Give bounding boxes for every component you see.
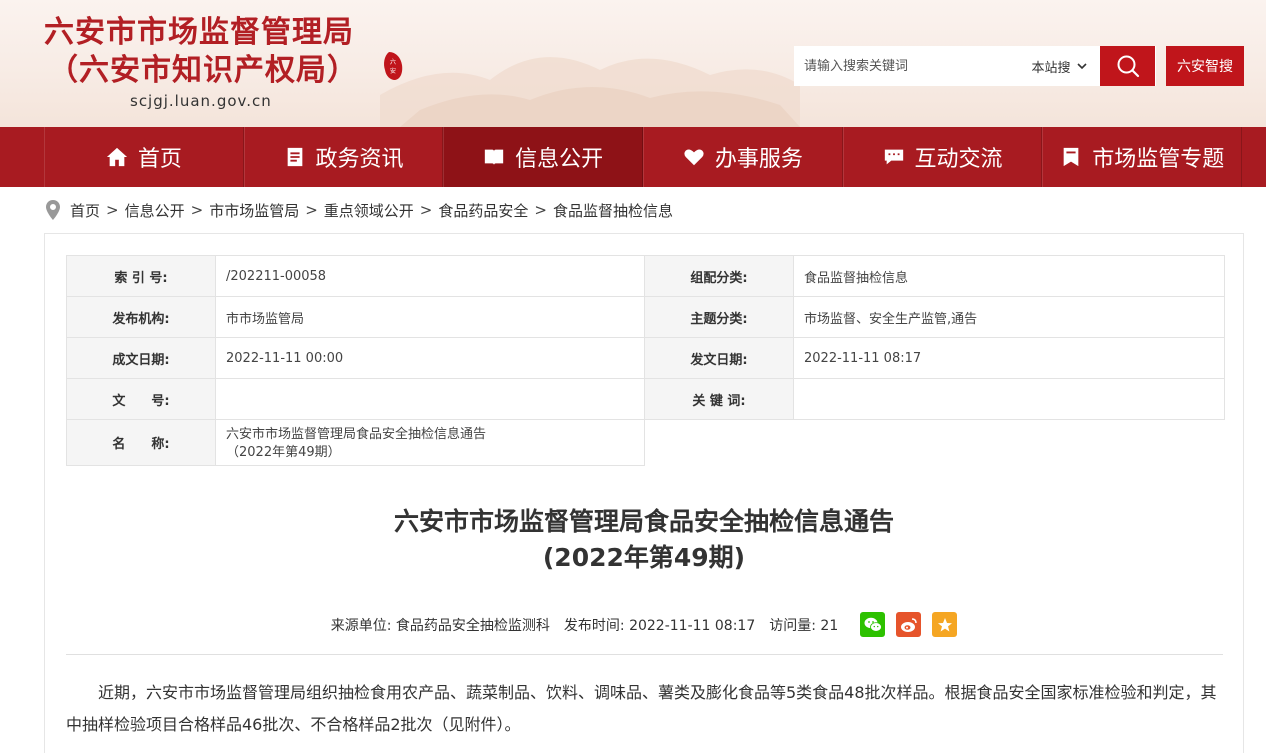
favorite-star-icon xyxy=(937,617,952,631)
site-url: scjgj.luan.gov.cn xyxy=(130,92,272,110)
breadcrumb-link-key-areas[interactable]: 重点领域公开 xyxy=(324,200,414,221)
article-container: 索 引 号: /202211-00058 组配分类: 食品监督抽检信息 发布机构… xyxy=(44,233,1244,753)
views-label: 访问量: xyxy=(769,617,816,634)
search-icon xyxy=(1117,55,1139,78)
category-value: 食品监督抽检信息 xyxy=(793,255,1225,297)
nav-item-info-open[interactable]: 信息公开 xyxy=(443,127,644,187)
red-seal-stamp: 六 安 xyxy=(384,52,403,80)
location-pin-icon xyxy=(46,200,60,220)
nav-item-label: 政务资讯 xyxy=(315,147,404,172)
svg-text:安: 安 xyxy=(390,67,396,75)
breadcrumb-link-bureau[interactable]: 市市场监管局 xyxy=(209,200,299,221)
breadcrumb-separator: > xyxy=(305,201,318,219)
nav-item-services[interactable]: 办事服务 xyxy=(643,127,843,187)
issued-date-value: 2022-11-11 08:17 xyxy=(793,337,1225,379)
site-logo[interactable]: 六安市市场监督管理局 （六安市知识产权局） scjgj.luan.gov.cn xyxy=(44,14,374,112)
breadcrumb-separator: > xyxy=(106,201,119,219)
nav-item-home[interactable]: 首页 xyxy=(44,127,244,187)
mountain-landscape-decoration xyxy=(380,57,800,127)
nav-item-market-topics[interactable]: 市场监管专题 xyxy=(1042,127,1243,187)
document-name-label: 名 称: xyxy=(66,419,216,466)
search-bar: 本站搜 xyxy=(794,46,1156,86)
site-header: 六安市市场监督管理局 （六安市知识产权局） scjgj.luan.gov.cn … xyxy=(0,0,1266,127)
breadcrumb-link-food-drug[interactable]: 食品药品安全 xyxy=(438,200,528,221)
search-scope-label: 本站搜 xyxy=(1031,60,1071,76)
wechat-icon xyxy=(864,617,882,632)
topic-label: 主题分类: xyxy=(644,296,794,338)
bookmark-icon xyxy=(1063,147,1079,167)
issued-date-label: 发文日期: xyxy=(644,337,794,379)
favorite-button[interactable] xyxy=(932,612,958,637)
document-number-label: 文 号: xyxy=(66,378,216,420)
source-label: 来源单位: xyxy=(330,617,392,634)
nav-item-label: 办事服务 xyxy=(714,147,803,172)
chevron-down-icon xyxy=(1076,62,1087,69)
publisher-value: 市市场监管局 xyxy=(215,296,645,338)
search-input[interactable] xyxy=(794,46,1018,86)
source-value: 食品药品安全抽检监测科 xyxy=(395,617,550,634)
breadcrumb-separator: > xyxy=(534,201,547,219)
table-row: 成文日期: 2022-11-11 00:00 发文日期: 2022-11-11 … xyxy=(66,337,1225,379)
publish-time-info: 发布时间: 2022-11-11 08:17 xyxy=(564,615,755,635)
heart-icon xyxy=(684,149,704,166)
nav-item-label: 信息公开 xyxy=(515,147,604,172)
document-icon xyxy=(287,147,302,167)
main-nav: 首页 政务资讯 信息公开 办事服务 互动交流 市场监管专题 xyxy=(44,127,1243,187)
table-row: 索 引 号: /202211-00058 组配分类: 食品监督抽检信息 xyxy=(66,255,1225,297)
smart-search-button[interactable]: 六安智搜 xyxy=(1166,46,1244,86)
weibo-icon xyxy=(900,617,917,632)
source-info: 来源单位: 食品药品安全抽检监测科 xyxy=(331,615,550,635)
nav-item-label: 市场监管专题 xyxy=(1092,147,1225,172)
breadcrumb: 首页 > 信息公开 > 市市场监管局 > 重点领域公开 > 食品药品安全 > 食… xyxy=(46,198,673,222)
nav-item-label: 首页 xyxy=(137,147,182,172)
home-icon xyxy=(106,147,127,167)
created-date-value: 2022-11-11 00:00 xyxy=(215,337,645,379)
keywords-label: 关 键 词: xyxy=(644,378,794,420)
site-title: 六安市市场监督管理局 xyxy=(44,15,354,50)
article-info-bar: 来源单位: 食品药品安全抽检监测科 发布时间: 2022-11-11 08:17… xyxy=(45,612,1243,637)
content-divider xyxy=(66,654,1223,655)
chat-icon xyxy=(884,149,903,165)
breadcrumb-separator: > xyxy=(190,201,204,219)
nav-item-interaction[interactable]: 互动交流 xyxy=(842,127,1043,187)
index-number-value: /202211-00058 xyxy=(215,255,645,297)
table-row: 文 号: 关 键 词: xyxy=(66,378,1225,420)
breadcrumb-separator: > xyxy=(419,201,433,219)
article-title-line1: 六安市市场监督管理局食品安全抽检信息通告 xyxy=(393,507,894,536)
article-title-line2: (2022年第49期) xyxy=(542,543,746,572)
open-book-icon xyxy=(485,149,504,166)
wechat-share-button[interactable] xyxy=(860,612,886,637)
created-date-label: 成文日期: xyxy=(66,337,216,379)
weibo-share-button[interactable] xyxy=(896,612,922,637)
publish-time-value: 2022-11-11 08:17 xyxy=(629,617,756,634)
site-subtitle: （六安市知识产权局） xyxy=(48,53,358,88)
table-row: 名 称: 六安市市场监督管理局食品安全抽检信息通告 （2022年第49期） xyxy=(66,419,1225,466)
article-paragraph: 近期，六安市市场监督管理局组织抽检食用农产品、蔬菜制品、饮料、调味品、薯类及膨化… xyxy=(66,683,1217,734)
publisher-label: 发布机构: xyxy=(66,296,216,338)
nav-item-label: 互动交流 xyxy=(914,147,1003,172)
views-info: 访问量: 21 xyxy=(769,615,838,635)
nav-item-news[interactable]: 政务资讯 xyxy=(243,127,444,187)
breadcrumb-link-home[interactable]: 首页 xyxy=(70,200,100,221)
document-number-value xyxy=(215,378,645,420)
category-label: 组配分类: xyxy=(644,255,794,297)
share-buttons xyxy=(860,612,958,637)
breadcrumb-link-food-inspection[interactable]: 食品监督抽检信息 xyxy=(553,200,673,221)
article-title: 六安市市场监督管理局食品安全抽检信息通告 (2022年第49期) xyxy=(45,504,1243,576)
publish-time-label: 发布时间: xyxy=(563,617,625,634)
document-name-line2: （2022年第49期） xyxy=(226,444,341,460)
keywords-value xyxy=(793,378,1225,420)
document-name-line1: 六安市市场监督管理局食品安全抽检信息通告 xyxy=(226,426,487,442)
document-name-value: 六安市市场监督管理局食品安全抽检信息通告 （2022年第49期） xyxy=(215,419,645,466)
document-metadata-table: 索 引 号: /202211-00058 组配分类: 食品监督抽检信息 发布机构… xyxy=(66,255,1225,466)
svg-text:六: 六 xyxy=(390,58,396,66)
breadcrumb-link-info-open[interactable]: 信息公开 xyxy=(125,200,185,221)
views-value: 21 xyxy=(820,617,839,634)
search-scope-select[interactable]: 本站搜 xyxy=(1018,46,1100,86)
index-number-label: 索 引 号: xyxy=(66,255,216,297)
table-row: 发布机构: 市市场监管局 主题分类: 市场监督、安全生产监管,通告 xyxy=(66,296,1225,338)
topic-value: 市场监督、安全生产监管,通告 xyxy=(793,296,1225,338)
search-button[interactable] xyxy=(1100,46,1155,86)
